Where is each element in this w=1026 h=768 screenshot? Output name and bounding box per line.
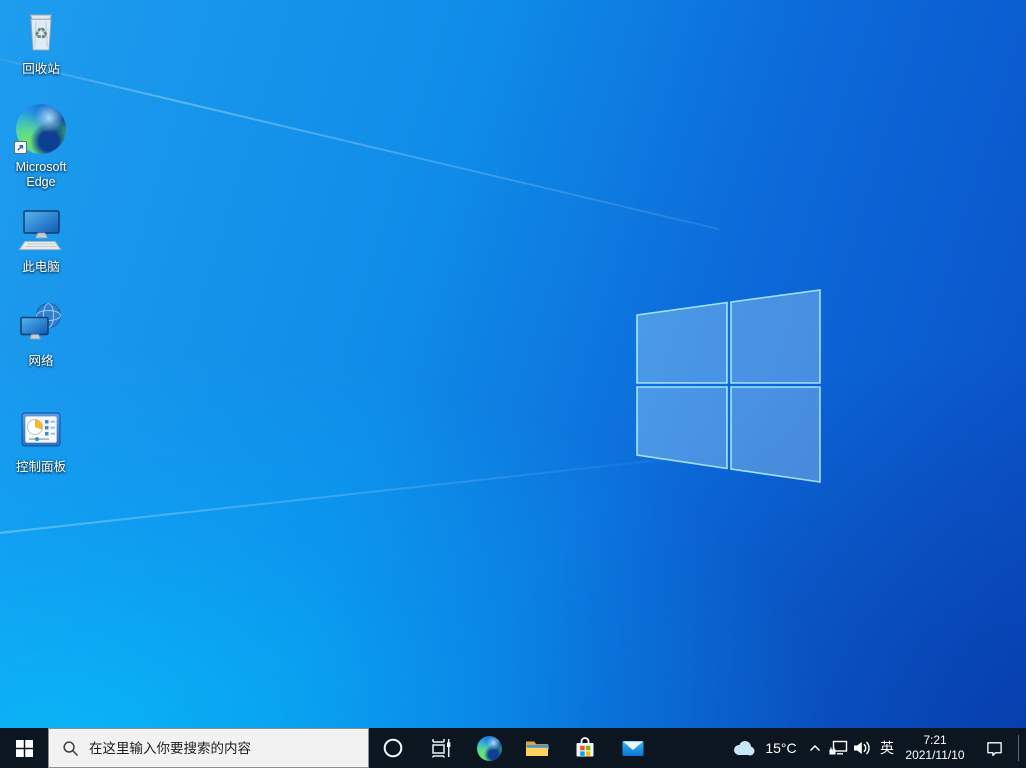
clock-time: 7:21 <box>923 733 947 747</box>
search-box[interactable] <box>48 728 369 768</box>
desktop-icon-label: Microsoft Edge <box>15 160 67 189</box>
clock[interactable]: 7:21 2021/11/10 <box>898 728 972 768</box>
search-input[interactable] <box>89 740 368 756</box>
microsoft-store-button[interactable] <box>561 728 609 768</box>
start-button[interactable] <box>0 728 48 768</box>
network-tray-button[interactable] <box>826 728 850 768</box>
weather-widget[interactable]: 15°C <box>726 728 802 768</box>
desktop-icon-microsoft-edge[interactable]: Microsoft Edge <box>8 104 74 190</box>
desktop[interactable]: ♻ 回收站 Microsoft Edge 此电脑 网络 控制面板 <box>0 0 1026 728</box>
ime-label: 英 <box>880 740 894 756</box>
action-center-button[interactable] <box>972 728 1016 768</box>
action-center-icon <box>986 741 1002 756</box>
file-explorer-icon <box>526 741 549 756</box>
control-panel-icon <box>21 412 61 447</box>
desktop-icon-network[interactable]: 网络 <box>8 300 74 369</box>
mail-icon <box>622 741 644 756</box>
microsoft-store-icon <box>576 737 594 757</box>
this-pc-icon <box>18 210 62 250</box>
speaker-icon <box>854 741 870 755</box>
wallpaper-light-ray <box>0 44 719 231</box>
taskbar: 15°C 英 7:21 2021/11/10 <box>0 728 1026 768</box>
edge-taskbar-button[interactable] <box>465 728 513 768</box>
network-ethernet-icon <box>829 740 848 755</box>
cortana-icon <box>383 738 403 758</box>
show-desktop-button[interactable] <box>1019 728 1026 768</box>
clock-date: 2021/11/10 <box>905 748 965 762</box>
task-view-icon <box>432 739 451 758</box>
network-icon <box>20 303 61 340</box>
shortcut-arrow-icon <box>14 141 27 154</box>
task-view-button[interactable] <box>417 728 465 768</box>
hidden-icons-chevron[interactable] <box>804 728 826 768</box>
edge-icon <box>14 104 66 154</box>
ime-indicator[interactable]: 英 <box>874 728 900 768</box>
search-icon <box>63 740 78 756</box>
desktop-icon-recycle-bin[interactable]: ♻ 回收站 <box>8 8 74 77</box>
temperature-label: 15°C <box>765 740 797 756</box>
wallpaper-windows-logo <box>636 289 821 483</box>
recycle-bin-icon: ♻ <box>29 14 53 51</box>
desktop-icon-this-pc[interactable]: 此电脑 <box>8 206 74 275</box>
cloud-icon <box>734 741 755 756</box>
desktop-icon-label: 回收站 <box>22 62 60 76</box>
mail-button[interactable] <box>609 728 657 768</box>
desktop-icon-control-panel[interactable]: 控制面板 <box>8 406 74 475</box>
file-explorer-button[interactable] <box>513 728 561 768</box>
screen: ♻ 回收站 Microsoft Edge 此电脑 网络 控制面板 在这里输入你要… <box>0 0 1026 768</box>
edge-icon <box>476 735 502 761</box>
desktop-icon-label: 此电脑 <box>22 260 60 274</box>
svg-text:♻: ♻ <box>34 24 48 43</box>
volume-tray-button[interactable] <box>850 728 874 768</box>
cortana-button[interactable] <box>369 728 417 768</box>
wallpaper-light-ray <box>0 458 667 535</box>
chevron-up-icon <box>809 744 821 752</box>
windows-start-icon <box>15 739 33 757</box>
desktop-icon-label: 控制面板 <box>15 460 66 474</box>
desktop-icon-label: 网络 <box>28 354 54 368</box>
